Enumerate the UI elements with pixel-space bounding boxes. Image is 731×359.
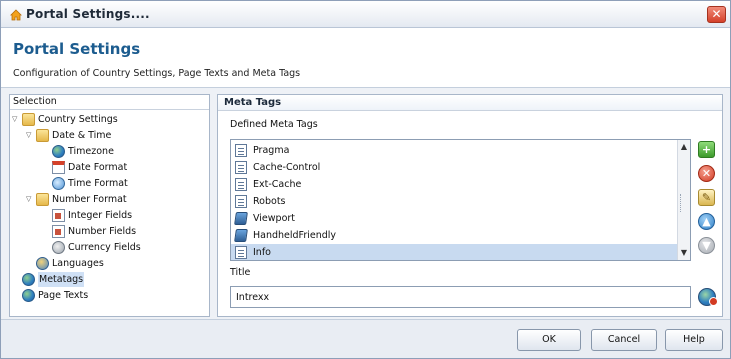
coin-icon [52,241,65,254]
folder-icon [36,193,49,206]
list-scrollbar[interactable]: ▲ ▼ [677,140,690,260]
dialog-header: Portal Settings Configuration of Country… [1,28,730,88]
device-icon [234,212,248,225]
languages-icon [36,257,49,270]
arrow-up-icon: ▲ [702,215,711,228]
edit-meta-tag-button[interactable]: ✎ [698,189,715,206]
calendar-icon [52,161,65,174]
list-item-label: Pragma [253,145,290,156]
help-button[interactable]: Help [665,329,723,351]
arrow-down-icon: ▼ [702,239,711,252]
close-button[interactable]: ✕ [707,6,726,23]
folder-icon [22,113,35,126]
ok-button[interactable]: OK [517,329,581,351]
clock-icon [52,177,65,190]
expand-toggle-icon[interactable]: ▽ [26,192,35,207]
selection-caption: Selection [10,95,209,110]
list-item[interactable]: HandheldFriendly [231,227,678,244]
scroll-down-icon[interactable]: ▼ [678,247,690,259]
document-icon [235,178,247,191]
window-title: Portal Settings.... [26,7,150,21]
page-title: Portal Settings [13,40,141,58]
meta-tags-list[interactable]: Pragma Cache-Control Ext-Cache Robots Viewpo… [230,139,691,261]
list-item[interactable]: Robots [231,193,678,210]
folder-icon [36,129,49,142]
list-item-label: HandheldFriendly [253,230,337,241]
expand-toggle-icon[interactable]: ▽ [26,128,35,143]
globe-icon [22,273,35,286]
plus-icon: + [701,143,712,156]
button-bar: OK Cancel Help [1,319,730,358]
scroll-up-icon[interactable]: ▲ [678,141,690,153]
edit-icon: ✎ [701,191,712,204]
list-item[interactable]: Ext-Cache [231,176,678,193]
globe-icon [52,145,65,158]
document-icon [235,144,247,157]
expand-toggle-icon[interactable]: ▽ [12,112,21,127]
move-up-button[interactable]: ▲ [698,213,715,230]
list-item-label: Ext-Cache [253,179,302,190]
cancel-button[interactable]: Cancel [591,329,657,351]
document-icon [235,161,247,174]
list-item[interactable]: Info [231,244,678,260]
list-item[interactable]: Cache-Control [231,159,678,176]
document-icon [235,246,247,259]
device-icon [234,229,248,242]
delete-icon: ✕ [701,167,712,180]
title-field-label: Title [230,267,251,278]
title-input[interactable] [230,286,691,308]
document-icon [235,195,247,208]
add-meta-tag-button[interactable]: + [698,141,715,158]
move-down-button[interactable]: ▼ [698,237,715,254]
tab-meta-tags-label: Meta Tags [224,97,282,108]
title-bar[interactable]: Portal Settings.... ✕ [1,1,730,28]
list-item[interactable]: Pragma [231,142,678,159]
field-icon [52,209,65,222]
list-item-label: Info [253,247,271,258]
tab-meta-tags[interactable]: Meta Tags [218,95,722,111]
delete-meta-tag-button[interactable]: ✕ [698,165,715,182]
close-icon: ✕ [711,7,722,21]
list-item-label: Robots [253,196,286,207]
list-item-label: Viewport [253,213,296,224]
language-globe-button[interactable] [698,288,718,306]
portal-home-icon [10,9,22,21]
scroll-thumb[interactable] [680,194,688,212]
dialog-window: Portal Settings.... ✕ Portal Settings Co… [0,0,731,359]
globe-icon [22,289,35,302]
meta-tags-pane: Meta Tags Defined Meta Tags Pragma Cache-… [217,94,723,317]
page-subtitle: Configuration of Country Settings, Page … [13,68,301,79]
field-icon [52,225,65,238]
list-item-label: Cache-Control [253,162,321,173]
defined-meta-tags-label: Defined Meta Tags [230,119,318,130]
selection-pane: Selection ▽ Country Settings ▽ Date & Ti… [9,94,210,317]
list-item[interactable]: Viewport [231,210,678,227]
